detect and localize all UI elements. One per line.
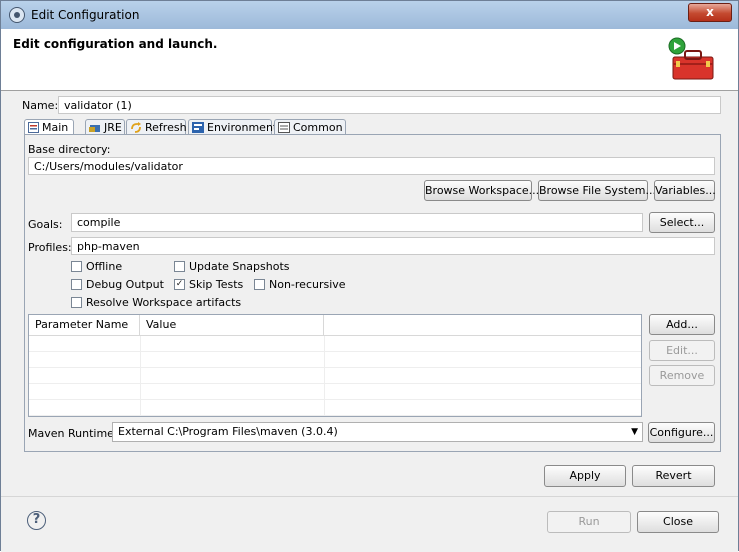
goals-label: Goals: — [28, 218, 63, 231]
goals-field[interactable]: compile — [71, 213, 643, 232]
debug-output-checkbox-box[interactable] — [71, 279, 82, 290]
table-row[interactable] — [29, 400, 641, 416]
eclipse-app-icon — [9, 7, 25, 23]
browse-file-system-button[interactable]: Browse File System... — [538, 180, 656, 201]
profiles-label: Profiles: — [28, 241, 72, 254]
resolve-workspace-checkbox-box[interactable] — [71, 297, 82, 308]
name-label: Name: — [22, 99, 59, 112]
column-header-parameter-name[interactable]: Parameter Name — [29, 315, 140, 336]
offline-label: Offline — [86, 260, 123, 273]
revert-button[interactable]: Revert — [632, 465, 715, 487]
close-button[interactable]: Close — [637, 511, 719, 533]
tab-refresh[interactable]: Refresh — [126, 119, 187, 135]
update-snapshots-checkbox[interactable]: Update Snapshots — [174, 260, 290, 273]
resolve-workspace-checkbox[interactable]: Resolve Workspace artifacts — [71, 296, 241, 309]
remove-parameter-button[interactable]: Remove — [649, 365, 715, 386]
profiles-field[interactable]: php-maven — [71, 237, 715, 255]
base-directory-field[interactable]: C:/Users/modules/validator — [28, 157, 715, 175]
debug-output-checkbox[interactable]: Debug Output — [71, 278, 164, 291]
debug-output-label: Debug Output — [86, 278, 164, 291]
update-snapshots-label: Update Snapshots — [189, 260, 290, 273]
name-field[interactable]: validator (1) — [58, 96, 721, 114]
parameters-table[interactable]: Parameter Name Value — [28, 314, 642, 417]
environment-icon — [192, 122, 204, 133]
select-goals-button[interactable]: Select... — [649, 212, 715, 233]
tab-main[interactable]: Main — [24, 119, 74, 135]
base-directory-label: Base directory: — [28, 143, 111, 156]
browse-workspace-button[interactable]: Browse Workspace... — [424, 180, 539, 201]
non-recursive-checkbox-box[interactable] — [254, 279, 265, 290]
skip-tests-checkbox-box[interactable]: ✓ — [174, 279, 185, 290]
edit-configuration-dialog: Edit Configuration x Edit configuration … — [0, 0, 739, 552]
configure-runtime-button[interactable]: Configure... — [648, 422, 715, 443]
tab-environment-label: Environment — [207, 120, 278, 134]
column-header-filler — [324, 315, 641, 336]
dropdown-arrow-icon[interactable]: ▼ — [631, 425, 638, 439]
maven-runtime-label: Maven Runtime: — [28, 427, 118, 440]
non-recursive-label: Non-recursive — [269, 278, 346, 291]
tab-jre-label: JRE — [104, 120, 122, 134]
table-row[interactable] — [29, 368, 641, 384]
title-bar[interactable]: Edit Configuration x — [1, 1, 738, 29]
window-close-button[interactable]: x — [688, 3, 732, 22]
tab-environment[interactable]: Environment — [188, 119, 277, 135]
dialog-header: Edit configuration and launch. — [1, 29, 738, 91]
toolbox-run-icon — [668, 37, 714, 80]
skip-tests-label: Skip Tests — [189, 278, 244, 291]
run-button[interactable]: Run — [547, 511, 631, 533]
offline-checkbox[interactable]: Offline — [71, 260, 122, 273]
table-row[interactable] — [29, 336, 641, 352]
add-parameter-button[interactable]: Add... — [649, 314, 715, 335]
variables-button[interactable]: Variables... — [654, 180, 716, 201]
tab-common[interactable]: Common — [274, 119, 346, 135]
resolve-workspace-label: Resolve Workspace artifacts — [86, 296, 242, 309]
refresh-icon — [131, 122, 141, 133]
common-icon — [278, 122, 290, 133]
non-recursive-checkbox[interactable]: Non-recursive — [254, 278, 346, 291]
edit-parameter-button[interactable]: Edit... — [649, 340, 715, 361]
table-row[interactable] — [29, 352, 641, 368]
window-title: Edit Configuration — [31, 8, 140, 22]
tab-common-label: Common — [293, 120, 343, 134]
column-header-value[interactable]: Value — [140, 315, 324, 336]
header-title: Edit configuration and launch. — [13, 37, 218, 51]
offline-checkbox-box[interactable] — [71, 261, 82, 272]
tab-refresh-label: Refresh — [145, 120, 187, 134]
maven-runtime-select[interactable]: External C:\Program Files\maven (3.0.4) … — [112, 422, 643, 442]
help-icon[interactable]: ? — [27, 511, 46, 530]
maven-main-icon — [28, 122, 39, 133]
skip-tests-checkbox[interactable]: ✓ Skip Tests — [174, 278, 243, 291]
tab-jre[interactable]: JRE — [85, 119, 125, 135]
update-snapshots-checkbox-box[interactable] — [174, 261, 185, 272]
tab-main-label: Main — [42, 120, 69, 134]
table-row[interactable] — [29, 384, 641, 400]
maven-runtime-value: External C:\Program Files\maven (3.0.4) — [118, 425, 338, 438]
apply-button[interactable]: Apply — [544, 465, 626, 487]
jre-icon — [89, 125, 100, 132]
